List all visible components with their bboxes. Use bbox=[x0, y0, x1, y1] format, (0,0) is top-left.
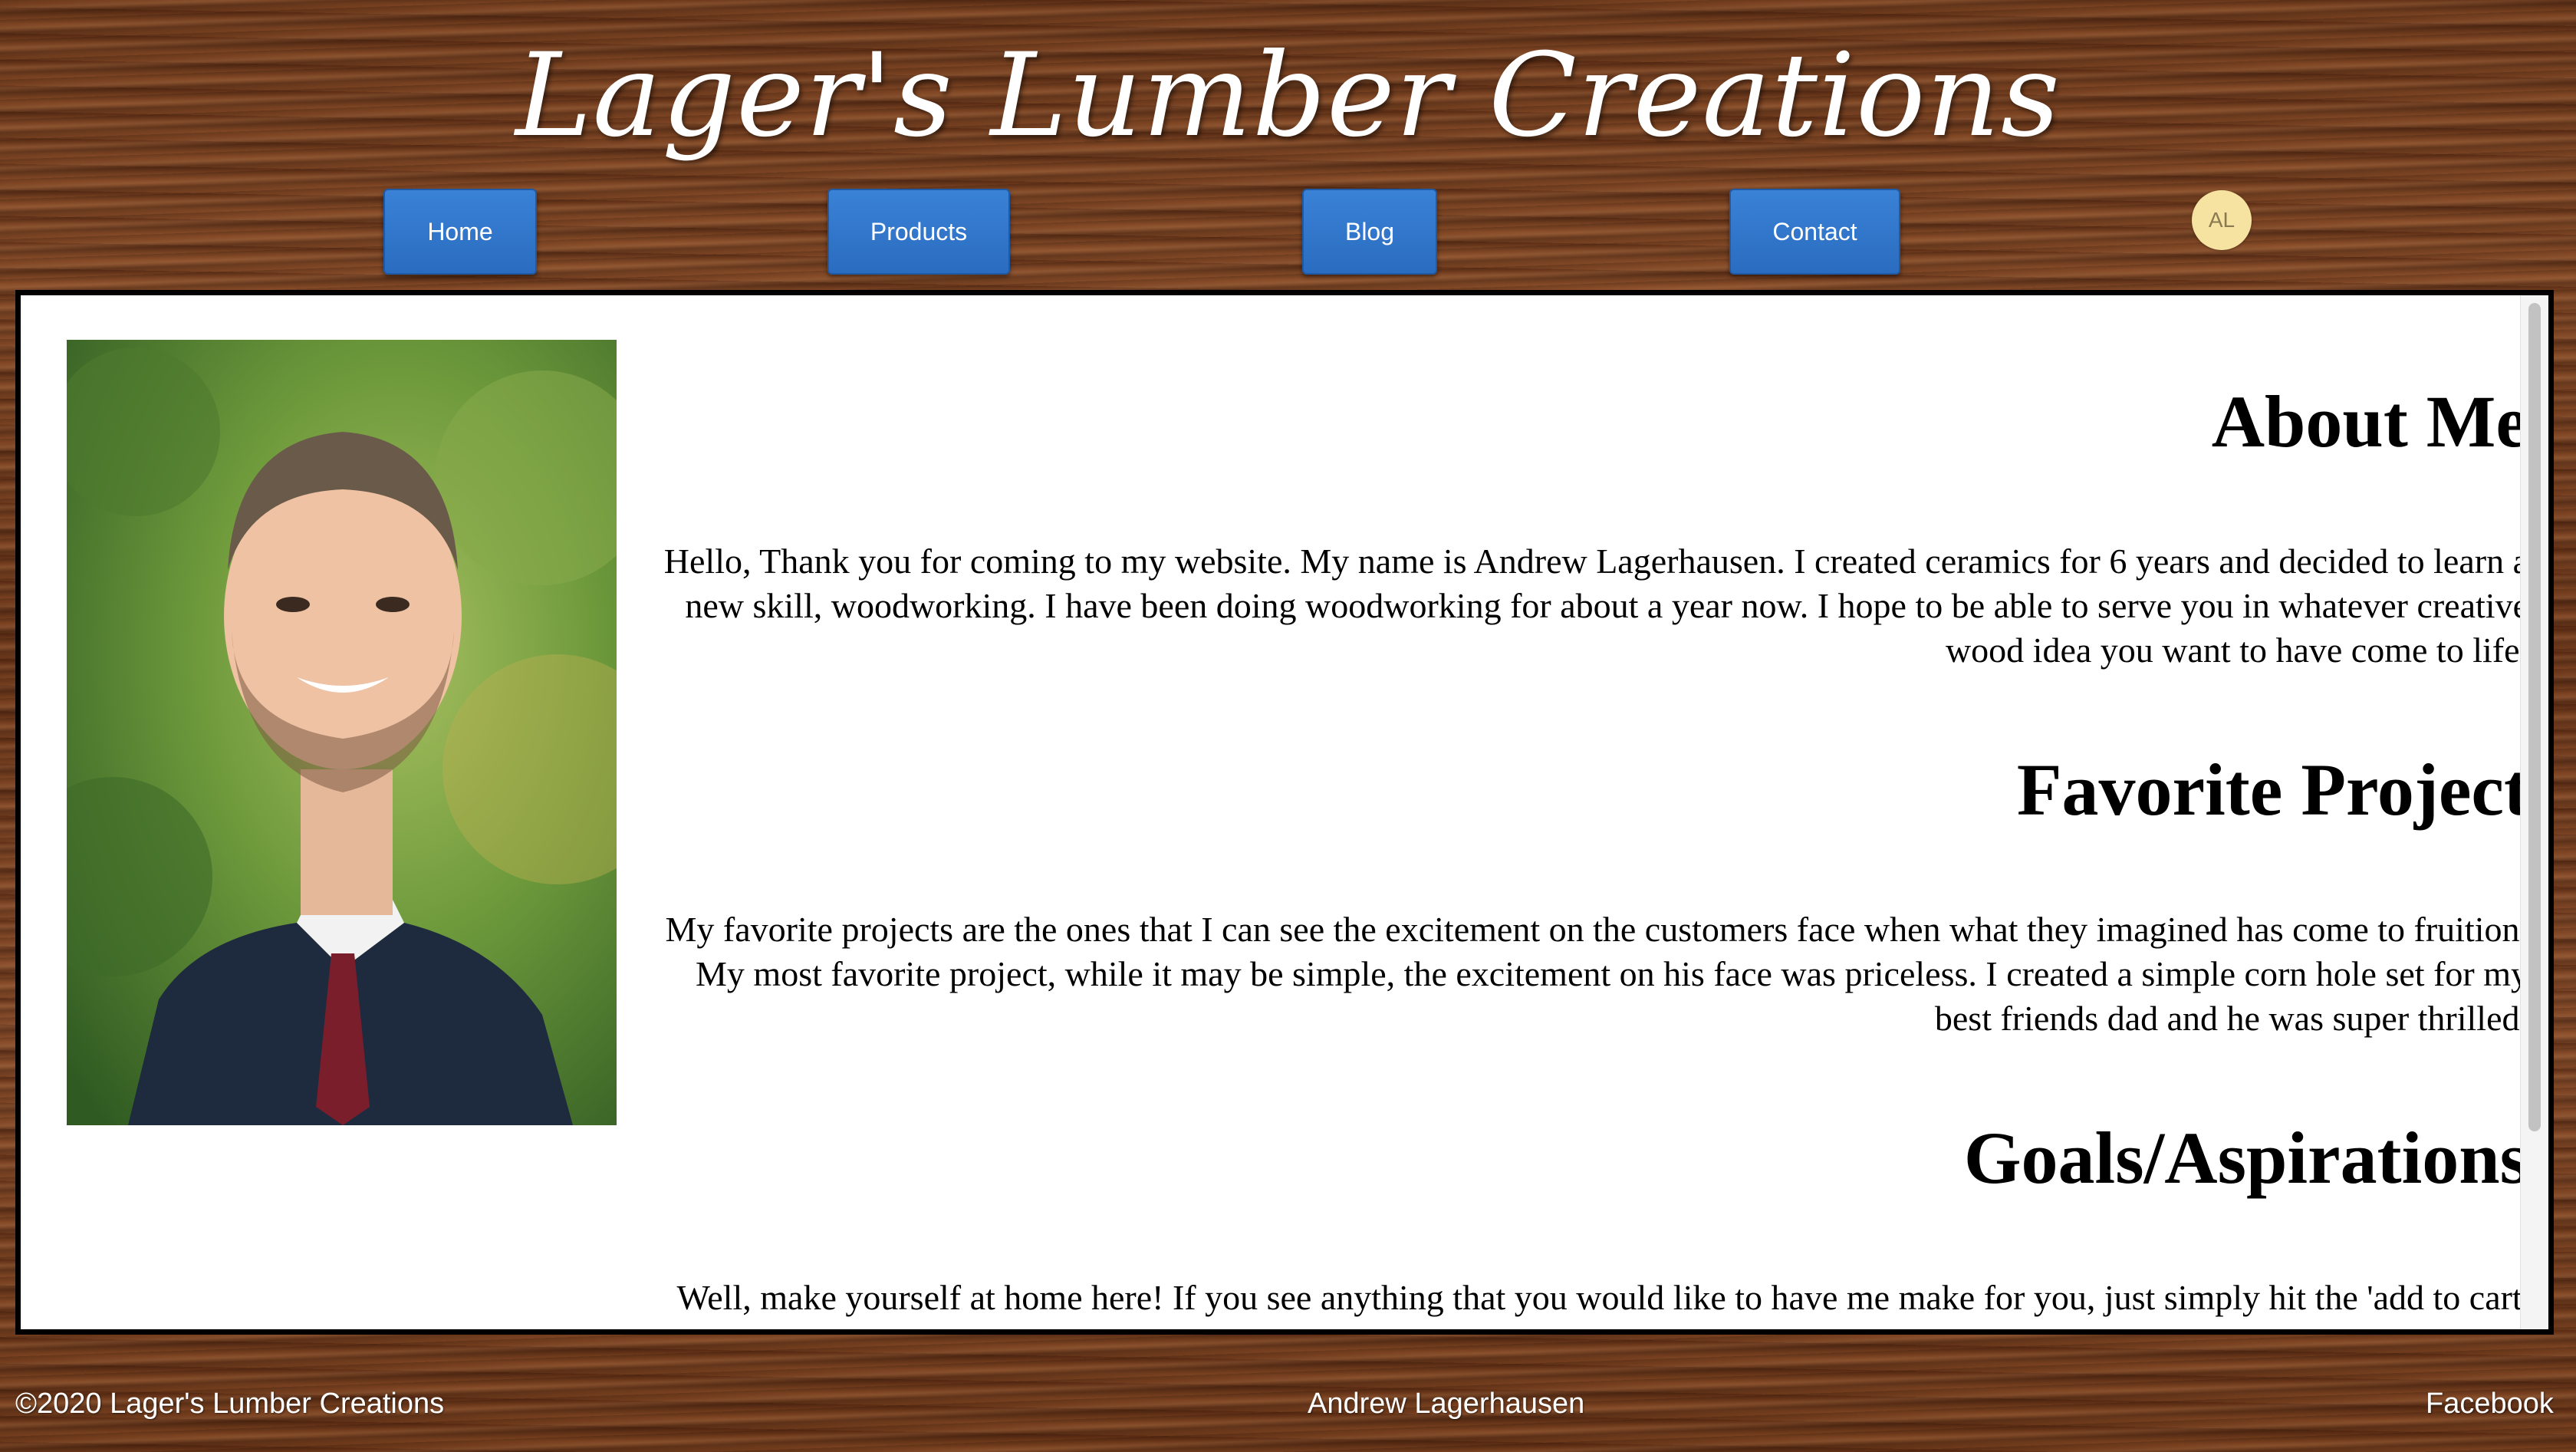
nav-contact-button[interactable]: Contact bbox=[1729, 189, 1900, 275]
about-heading: About Me bbox=[2211, 380, 2528, 463]
about-paragraph: Hello, Thank you for coming to my websit… bbox=[663, 542, 2528, 670]
goals-heading: Goals/Aspirations bbox=[1963, 1117, 2528, 1199]
about-text-column: About Me Hello, Thank you for coming to … bbox=[634, 372, 2528, 1329]
favorite-project-heading: Favorite Project bbox=[2016, 749, 2528, 831]
nav-products-button[interactable]: Products bbox=[827, 189, 1010, 275]
nav-home-button[interactable]: Home bbox=[383, 189, 537, 275]
site-title: Lager's Lumber Creations bbox=[515, 29, 2061, 163]
profile-photo bbox=[67, 340, 617, 1125]
content-scrollbar[interactable] bbox=[2520, 295, 2548, 1329]
nav-blog-button[interactable]: Blog bbox=[1302, 189, 1437, 275]
scrollbar-thumb[interactable] bbox=[2528, 303, 2541, 1131]
footer-author: Andrew Lagerhausen bbox=[1308, 1388, 1585, 1420]
main-content-panel: About Me Hello, Thank you for coming to … bbox=[15, 290, 2554, 1335]
footer-copyright: ©2020 Lager's Lumber Creations bbox=[15, 1388, 445, 1420]
goals-paragraph: Well, make yourself at home here! If you… bbox=[676, 1278, 2528, 1329]
footer-facebook-link[interactable]: Facebook bbox=[2426, 1385, 2554, 1423]
favorite-project-paragraph: My favorite projects are the ones that I… bbox=[665, 910, 2528, 1038]
user-avatar[interactable]: AL bbox=[2192, 190, 2252, 250]
